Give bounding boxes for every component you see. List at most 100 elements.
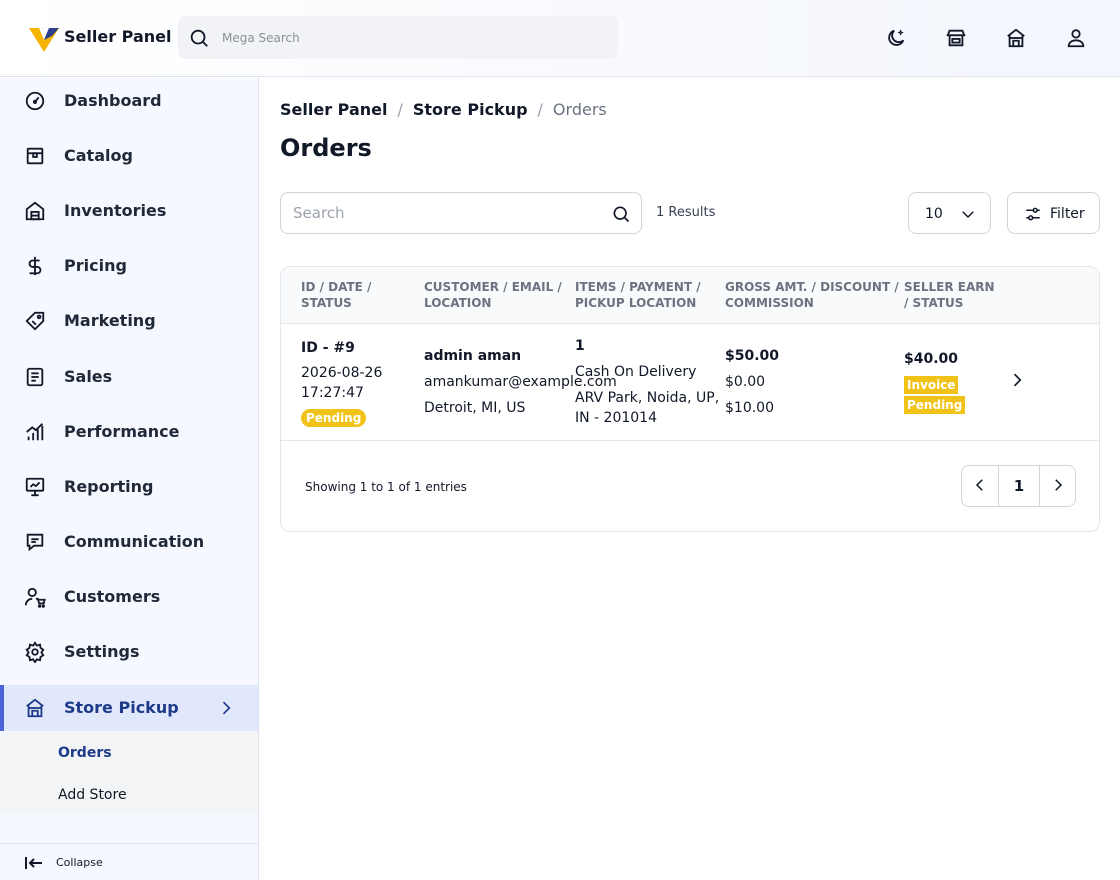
logo-icon[interactable] xyxy=(28,22,60,54)
user-icon[interactable] xyxy=(1065,27,1087,49)
chevron-left-icon xyxy=(975,479,983,491)
filter-label: Filter xyxy=(1050,206,1085,222)
collapse-button[interactable]: Collapse xyxy=(0,843,258,880)
sidebar-item-inventories[interactable]: Inventories xyxy=(0,188,258,234)
collapse-arrow-icon xyxy=(24,855,44,871)
invoice-status-badge: Invoice xyxy=(904,376,959,394)
sidebar-item-label: Pricing xyxy=(64,256,127,275)
sidebar-item-marketing[interactable]: Marketing xyxy=(0,298,258,344)
search-icon[interactable] xyxy=(611,204,631,224)
order-id[interactable]: ID - #9 xyxy=(301,339,355,357)
sidebar-item-dashboard[interactable]: Dashboard xyxy=(0,78,258,124)
chevron-right-icon[interactable] xyxy=(1007,370,1027,390)
page-title: Orders xyxy=(280,134,372,162)
order-time: 17:27:47 xyxy=(301,385,364,401)
invoice-status-badge: Pending xyxy=(904,396,966,414)
table-header: ID / DATE / STATUS CUSTOMER / EMAIL / LOCA… xyxy=(281,267,1099,324)
sidebar-item-label: Dashboard xyxy=(64,91,162,110)
chart-bars-icon xyxy=(24,421,46,443)
warehouse-icon xyxy=(24,200,46,222)
pickup-location-line1: ARV Park, Noida, UP, xyxy=(575,390,720,406)
breadcrumb-store-pickup[interactable]: Store Pickup xyxy=(413,100,528,120)
mega-search-input[interactable] xyxy=(222,16,602,59)
chevron-right-icon[interactable] xyxy=(216,698,236,718)
orders-search-box[interactable] xyxy=(280,192,642,234)
chevron-down-icon xyxy=(959,205,977,223)
document-icon xyxy=(24,366,46,388)
showing-entries-text: Showing 1 to 1 of 1 entries xyxy=(305,480,467,494)
discount-amount: $0.00 xyxy=(725,374,766,390)
dollar-icon xyxy=(24,255,46,277)
customer-cart-icon xyxy=(24,586,46,608)
tag-icon xyxy=(24,310,46,332)
submenu-item-add-store[interactable]: Add Store xyxy=(58,786,127,804)
sidebar-item-label: Reporting xyxy=(64,477,154,496)
status-badge: Pending xyxy=(301,409,367,427)
moon-icon[interactable] xyxy=(885,27,907,49)
chat-icon xyxy=(24,531,46,553)
top-header: Seller Panel xyxy=(0,0,1120,77)
orders-table: ID / DATE / STATUS CUSTOMER / EMAIL / LOCA… xyxy=(280,266,1100,532)
orders-search-input[interactable] xyxy=(293,193,603,233)
sidebar-item-communication[interactable]: Communication xyxy=(0,519,258,565)
sidebar-item-performance[interactable]: Performance xyxy=(0,409,258,455)
table-row[interactable]: ID - #9 2026-08-26 17:27:47 Pending admi… xyxy=(281,324,1099,441)
next-page-button[interactable] xyxy=(1039,466,1076,506)
breadcrumb-separator: / xyxy=(537,100,543,119)
store-icon[interactable] xyxy=(945,27,967,49)
column-header-id: ID / DATE / STATUS xyxy=(301,280,372,310)
sidebar-item-label: Customers xyxy=(64,587,161,606)
sidebar-item-catalog[interactable]: Catalog xyxy=(0,133,258,179)
sidebar-item-label: Marketing xyxy=(64,311,156,330)
sidebar-item-customers[interactable]: Customers xyxy=(0,574,258,620)
gross-amount: $50.00 xyxy=(725,348,780,364)
sidebar-item-settings[interactable]: Settings xyxy=(0,629,258,675)
collapse-label: Collapse xyxy=(56,856,103,869)
active-indicator xyxy=(0,685,4,731)
breadcrumb-current: Orders xyxy=(552,100,607,119)
column-header-customer: CUSTOMER / EMAIL / LOCATION xyxy=(424,280,562,310)
sidebar-item-sales[interactable]: Sales xyxy=(0,354,258,400)
sidebar-item-label: Sales xyxy=(64,367,113,386)
box-icon xyxy=(24,145,46,167)
sliders-icon xyxy=(1024,205,1042,223)
breadcrumb-seller-panel[interactable]: Seller Panel xyxy=(280,100,387,120)
column-header-seller-earn: SELLER EARN / STATUS xyxy=(904,280,995,310)
per-page-value: 10 xyxy=(925,206,943,222)
gauge-icon xyxy=(24,90,46,112)
sidebar-item-pricing[interactable]: Pricing xyxy=(0,243,258,289)
sidebar-item-label: Inventories xyxy=(64,201,167,220)
pagination: 1 xyxy=(961,465,1076,507)
results-count: 1 Results xyxy=(656,205,716,220)
search-icon xyxy=(188,27,210,49)
pickup-location-line2: IN - 201014 xyxy=(575,410,657,426)
mega-search-bar[interactable] xyxy=(178,16,618,59)
customer-location: Detroit, MI, US xyxy=(424,400,526,416)
store-icon xyxy=(24,697,46,719)
shop-icon[interactable] xyxy=(1005,27,1027,49)
sidebar-item-label: Communication xyxy=(64,532,205,551)
sidebar-item-label: Store Pickup xyxy=(64,698,179,717)
items-count: 1 xyxy=(575,338,585,354)
sidebar-item-label: Settings xyxy=(64,642,140,661)
submenu-item-orders[interactable]: Orders xyxy=(58,744,112,762)
chevron-right-icon xyxy=(1055,479,1063,491)
breadcrumb-separator: / xyxy=(397,100,403,119)
breadcrumb: Seller Panel / Store Pickup / Orders xyxy=(280,100,607,120)
sidebar-item-store-pickup[interactable]: Store Pickup xyxy=(0,685,258,731)
prev-page-button[interactable] xyxy=(962,466,999,506)
payment-method: Cash On Delivery xyxy=(575,364,697,380)
seller-earn: $40.00 xyxy=(904,351,959,367)
sidebar-item-reporting[interactable]: Reporting xyxy=(0,464,258,510)
customer-name: admin aman xyxy=(424,348,522,364)
column-header-items: ITEMS / PAYMENT / PICKUP LOCATION xyxy=(575,280,701,310)
filter-button[interactable]: Filter xyxy=(1007,192,1100,234)
gear-icon xyxy=(24,641,46,663)
brand-name: Seller Panel xyxy=(64,27,172,46)
sidebar-item-label: Performance xyxy=(64,422,180,441)
presentation-icon xyxy=(24,476,46,498)
column-header-gross: GROSS AMT. / DISCOUNT / COMMISSION xyxy=(725,280,899,310)
commission-amount: $10.00 xyxy=(725,400,774,416)
per-page-select[interactable]: 10 xyxy=(908,192,991,234)
page-number-button[interactable]: 1 xyxy=(999,466,1039,506)
